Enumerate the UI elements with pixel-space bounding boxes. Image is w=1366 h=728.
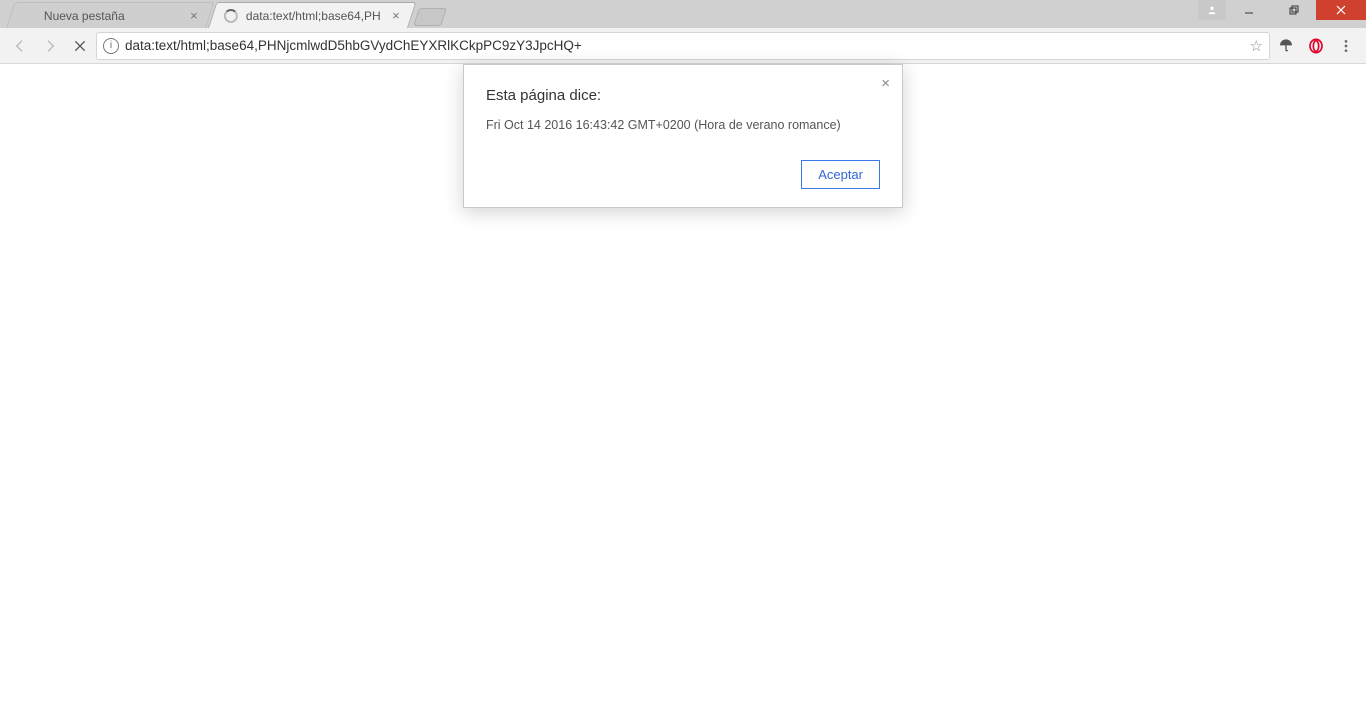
dialog-close-icon[interactable]: × bbox=[881, 75, 890, 92]
blank-favicon bbox=[21, 8, 37, 24]
tab-label: Nueva pestaña bbox=[44, 9, 187, 23]
user-icon[interactable] bbox=[1198, 0, 1226, 20]
minimize-button[interactable] bbox=[1226, 0, 1271, 20]
page-content: × Esta página dice: Fri Oct 14 2016 16:4… bbox=[0, 64, 1366, 728]
extension-umbrella-icon[interactable] bbox=[1272, 32, 1300, 60]
stop-reload-button[interactable] bbox=[66, 32, 94, 60]
javascript-alert-dialog: × Esta página dice: Fri Oct 14 2016 16:4… bbox=[463, 64, 903, 208]
tab-close-icon[interactable]: × bbox=[389, 9, 403, 23]
extension-opera-icon[interactable] bbox=[1302, 32, 1330, 60]
bookmark-star-icon[interactable]: ☆ bbox=[1250, 37, 1263, 55]
tab-active[interactable]: data:text/html;base64,PH × bbox=[208, 2, 416, 28]
dialog-actions: Aceptar bbox=[486, 160, 880, 189]
chrome-menu-button[interactable] bbox=[1332, 32, 1360, 60]
tab-close-icon[interactable]: × bbox=[187, 9, 201, 23]
window-close-button[interactable] bbox=[1316, 0, 1366, 20]
url-text: data:text/html;base64,PHNjcmlwdD5hbGVydC… bbox=[125, 38, 1244, 53]
toolbar: i data:text/html;base64,PHNjcmlwdD5hbGVy… bbox=[0, 28, 1366, 64]
new-tab-button[interactable] bbox=[413, 8, 447, 26]
titlebar: Nueva pestaña × data:text/html;base64,PH… bbox=[0, 0, 1366, 28]
window-controls bbox=[1198, 0, 1366, 20]
dialog-title: Esta página dice: bbox=[486, 87, 880, 104]
dialog-message: Fri Oct 14 2016 16:43:42 GMT+0200 (Hora … bbox=[486, 118, 880, 132]
tab-label: data:text/html;base64,PH bbox=[246, 9, 389, 23]
back-button[interactable] bbox=[6, 32, 34, 60]
address-bar[interactable]: i data:text/html;base64,PHNjcmlwdD5hbGVy… bbox=[96, 32, 1270, 60]
loading-spinner-icon bbox=[223, 8, 239, 24]
accept-button[interactable]: Aceptar bbox=[801, 160, 880, 189]
forward-button[interactable] bbox=[36, 32, 64, 60]
site-info-icon[interactable]: i bbox=[103, 38, 119, 54]
tab-inactive[interactable]: Nueva pestaña × bbox=[6, 2, 214, 28]
maximize-button[interactable] bbox=[1271, 0, 1316, 20]
